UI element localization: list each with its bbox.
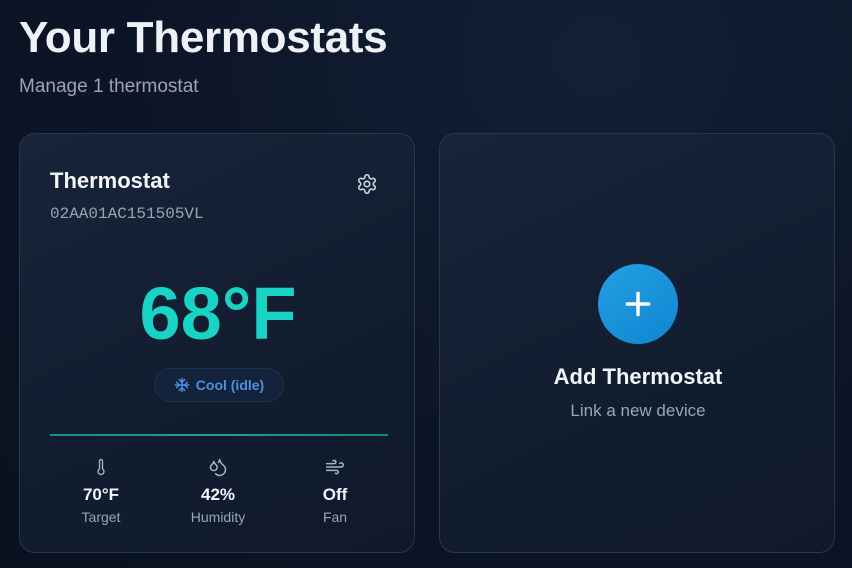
target-value: 70°F: [82, 485, 120, 504]
stat-fan: Off Fan: [280, 456, 390, 526]
thermometer-icon: [97, 458, 105, 476]
stat-humidity: 42% Humidity: [163, 456, 273, 526]
current-temperature: 68°F: [139, 272, 297, 355]
snowflake-icon: [174, 377, 190, 393]
plus-icon: [625, 291, 651, 317]
mode-badge[interactable]: Cool (idle): [154, 368, 284, 402]
add-thermostat-card[interactable]: Add Thermostat Link a new device: [439, 133, 835, 553]
fan-value: Off: [322, 485, 348, 504]
add-thermostat-subtitle: Link a new device: [570, 401, 706, 420]
divider: [50, 434, 388, 436]
thermostat-name: Thermostat: [50, 168, 170, 193]
settings-button[interactable]: [356, 173, 378, 195]
thermostat-card[interactable]: Thermostat 02AA01AC151505VL 68°F Cool (i…: [19, 133, 415, 553]
gear-icon: [357, 174, 377, 194]
humidity-value: 42%: [200, 485, 236, 504]
thermostats-page: Your Thermostats Manage 1 thermostat The…: [0, 0, 852, 568]
add-thermostat-button[interactable]: [598, 264, 678, 344]
thermostat-serial: 02AA01AC151505VL: [50, 205, 204, 223]
page-title: Your Thermostats: [19, 13, 388, 62]
mode-label: Cool (idle): [195, 377, 265, 393]
humidity-label: Humidity: [190, 509, 246, 525]
page-subtitle: Manage 1 thermostat: [19, 76, 199, 97]
wind-icon: [325, 459, 345, 475]
target-label: Target: [81, 509, 121, 525]
fan-label: Fan: [322, 509, 348, 525]
add-thermostat-title: Add Thermostat: [553, 364, 723, 389]
stat-target: 70°F Target: [46, 456, 156, 526]
droplets-icon: [209, 458, 227, 477]
